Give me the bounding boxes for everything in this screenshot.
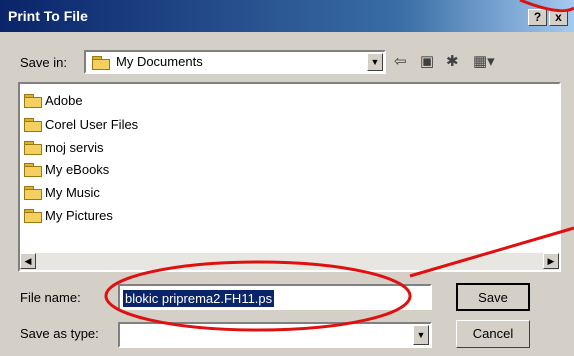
annotation-overlay bbox=[104, 0, 574, 332]
annotation-arrow-line bbox=[409, 226, 574, 278]
print-to-file-dialog: Print To File ? x Save in: My Documents … bbox=[0, 0, 574, 356]
annotation-ellipse bbox=[104, 260, 412, 332]
annotation-corner-stroke bbox=[519, 0, 574, 13]
